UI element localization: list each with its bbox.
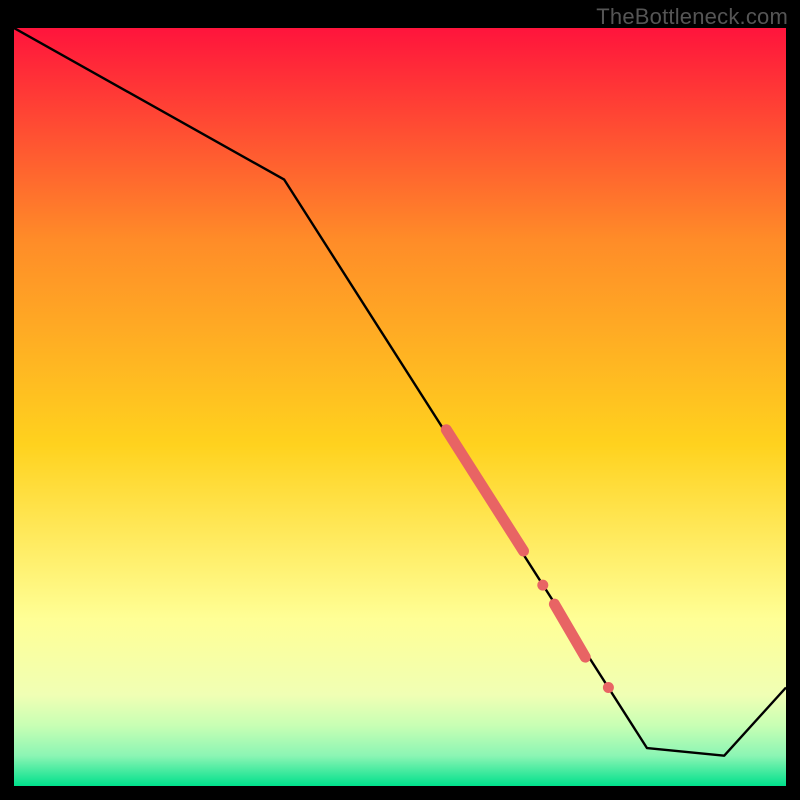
pink-dot-1	[537, 580, 548, 591]
pink-dot-2	[603, 682, 614, 693]
watermark-text: TheBottleneck.com	[596, 4, 788, 30]
plot-area	[14, 28, 786, 786]
chart-svg	[14, 28, 786, 786]
gradient-background	[14, 28, 786, 786]
chart-container: TheBottleneck.com	[0, 0, 800, 800]
